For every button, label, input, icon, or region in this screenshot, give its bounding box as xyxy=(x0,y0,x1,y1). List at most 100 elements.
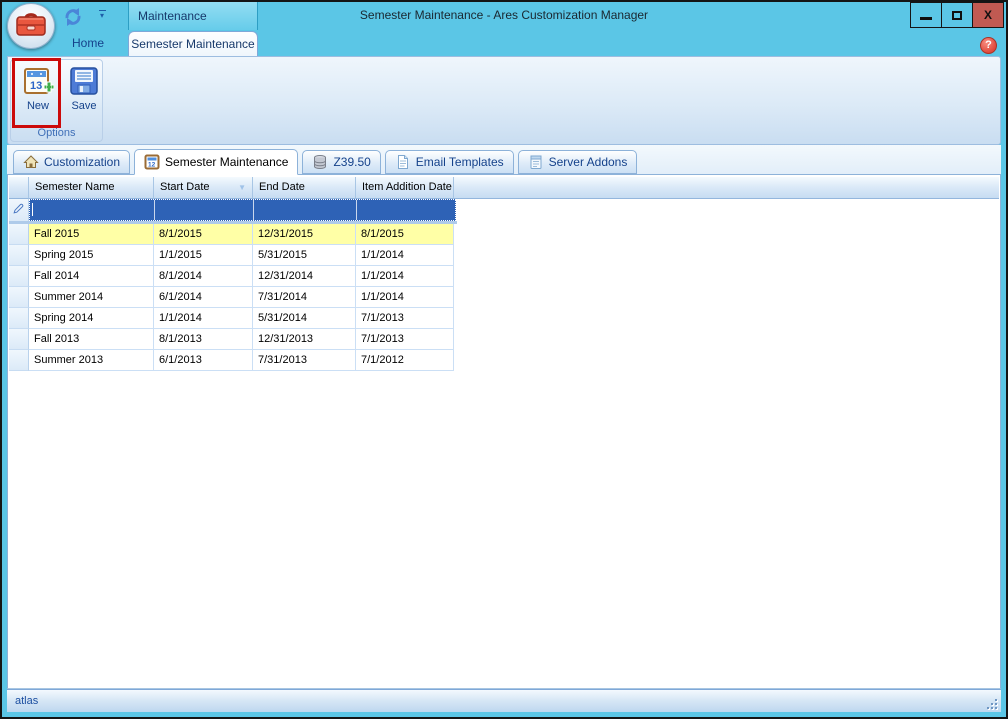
column-header-semester-name[interactable]: Semester Name xyxy=(29,177,154,199)
help-icon: ? xyxy=(985,39,992,51)
tab-email-templates[interactable]: Email Templates xyxy=(385,150,514,174)
cell-item-addition-date[interactable]: 8/1/2015 xyxy=(356,224,454,245)
table-row[interactable]: Fall 2015 8/1/2015 12/31/2015 8/1/2015 xyxy=(9,224,999,245)
cell-start-date[interactable]: 6/1/2013 xyxy=(154,350,253,371)
cell-item-addition-date[interactable]: 1/1/2014 xyxy=(356,266,454,287)
cell-end-date[interactable]: 7/31/2014 xyxy=(253,287,356,308)
calendar-add-icon: 13 xyxy=(22,65,54,97)
new-button[interactable]: 13 New xyxy=(16,63,60,127)
row-indicator xyxy=(9,308,29,329)
cell-start-date[interactable]: 8/1/2014 xyxy=(154,266,253,287)
cell-end-date[interactable]: 12/31/2013 xyxy=(253,329,356,350)
cell-end-date[interactable]: 7/31/2013 xyxy=(253,350,356,371)
maximize-button[interactable] xyxy=(941,2,973,28)
close-icon: X xyxy=(984,8,992,22)
cell-semester-name[interactable]: Fall 2015 xyxy=(29,224,154,245)
floppy-disk-icon xyxy=(68,65,100,97)
help-button[interactable]: ? xyxy=(980,37,997,54)
text-cursor xyxy=(32,203,33,216)
table-row[interactable]: Summer 2014 6/1/2014 7/31/2014 1/1/2014 xyxy=(9,287,999,308)
tab-semester-maintenance-label: Semester Maintenance xyxy=(165,155,288,169)
maximize-icon xyxy=(952,11,962,20)
edit-row-indicator xyxy=(9,199,29,221)
svg-text:12: 12 xyxy=(148,162,156,169)
document-icon xyxy=(395,154,411,170)
content-panel: Semester Name Start Date ▼ End Date Item… xyxy=(7,174,1001,689)
table-row[interactable]: Summer 2013 6/1/2013 7/31/2013 7/1/2012 xyxy=(9,350,999,371)
house-icon xyxy=(23,154,39,170)
options-ribbon-group: 13 New xyxy=(10,59,103,142)
cell-item-addition-date[interactable]: 7/1/2013 xyxy=(356,308,454,329)
column-header-item-addition-date[interactable]: Item Addition Date xyxy=(356,177,454,199)
tab-z3950[interactable]: Z39.50 xyxy=(302,150,380,174)
cell-item-addition-date[interactable]: 1/1/2014 xyxy=(356,287,454,308)
column-header-start-date[interactable]: Start Date ▼ xyxy=(154,177,253,199)
column-header-end-date[interactable]: End Date xyxy=(253,177,356,199)
tab-customization-label: Customization xyxy=(44,155,120,169)
tab-email-templates-label: Email Templates xyxy=(416,155,504,169)
row-indicator xyxy=(9,350,29,371)
cell-semester-name[interactable]: Summer 2014 xyxy=(29,287,154,308)
minimize-icon xyxy=(920,17,932,20)
table-row[interactable]: Fall 2013 8/1/2013 12/31/2013 7/1/2013 xyxy=(9,329,999,350)
table-row[interactable]: Fall 2014 8/1/2014 12/31/2014 1/1/2014 xyxy=(9,266,999,287)
ribbon-tab-semester-maintenance[interactable]: Semester Maintenance xyxy=(128,31,258,56)
row-indicator xyxy=(9,266,29,287)
database-icon xyxy=(312,154,328,170)
cell-semester-name[interactable]: Fall 2014 xyxy=(29,266,154,287)
cell-start-date[interactable]: 1/1/2015 xyxy=(154,245,253,266)
row-indicator xyxy=(9,245,29,266)
table-row[interactable]: Spring 2015 1/1/2015 5/31/2015 1/1/2014 xyxy=(9,245,999,266)
status-bar: atlas xyxy=(7,689,1001,712)
tab-server-addons[interactable]: Server Addons xyxy=(518,150,638,174)
new-button-label: New xyxy=(27,100,49,112)
cell-end-date[interactable]: 5/31/2014 xyxy=(253,308,356,329)
cell-end-date[interactable]: 12/31/2014 xyxy=(253,266,356,287)
titlebar[interactable]: ▾ Semester Maintenance - Ares Customizat… xyxy=(2,2,1006,30)
new-item-cell-start-date[interactable] xyxy=(155,200,254,220)
save-button-label: Save xyxy=(71,100,96,112)
tab-semester-maintenance[interactable]: 12 Semester Maintenance xyxy=(134,149,298,175)
header-filler xyxy=(454,177,999,199)
resize-grip-icon[interactable] xyxy=(985,697,997,709)
cell-start-date[interactable]: 8/1/2015 xyxy=(154,224,253,245)
cell-start-date[interactable]: 6/1/2014 xyxy=(154,287,253,308)
cell-semester-name[interactable]: Spring 2014 xyxy=(29,308,154,329)
cell-end-date[interactable]: 12/31/2015 xyxy=(253,224,356,245)
cell-start-date[interactable]: 8/1/2013 xyxy=(154,329,253,350)
start-date-header-label: Start Date xyxy=(160,181,210,193)
contextual-tab-group-label: Maintenance xyxy=(128,2,258,30)
semester-grid: Semester Name Start Date ▼ End Date Item… xyxy=(9,177,999,371)
cell-item-addition-date[interactable]: 1/1/2014 xyxy=(356,245,454,266)
tab-server-addons-label: Server Addons xyxy=(549,155,628,169)
tab-customization[interactable]: Customization xyxy=(13,150,130,174)
table-row[interactable]: Spring 2014 1/1/2014 5/31/2014 7/1/2013 xyxy=(9,308,999,329)
ribbon-tab-home[interactable]: Home xyxy=(52,31,124,56)
options-group-label: Options xyxy=(11,126,102,140)
new-item-cell-semester-name[interactable] xyxy=(30,200,155,220)
window-frame: ▾ Semester Maintenance - Ares Customizat… xyxy=(2,2,1006,717)
cell-semester-name[interactable]: Fall 2013 xyxy=(29,329,154,350)
grid-header-row: Semester Name Start Date ▼ End Date Item… xyxy=(9,177,999,199)
cell-item-addition-date[interactable]: 7/1/2013 xyxy=(356,329,454,350)
minimize-button[interactable] xyxy=(910,2,942,28)
calendar-icon: 12 xyxy=(144,154,160,170)
cell-item-addition-date[interactable]: 7/1/2012 xyxy=(356,350,454,371)
cell-semester-name[interactable]: Summer 2013 xyxy=(29,350,154,371)
new-item-cell-item-addition-date[interactable] xyxy=(357,200,455,220)
cell-end-date[interactable]: 5/31/2015 xyxy=(253,245,356,266)
window-controls: X xyxy=(911,2,1004,28)
application-window: ▾ Semester Maintenance - Ares Customizat… xyxy=(0,0,1008,719)
svg-text:13: 13 xyxy=(30,80,42,92)
row-indicator xyxy=(9,329,29,350)
close-button[interactable]: X xyxy=(972,2,1004,28)
new-item-cell-end-date[interactable] xyxy=(254,200,357,220)
ribbon-body: 13 New xyxy=(7,56,1001,145)
save-button[interactable]: Save xyxy=(62,63,106,127)
cell-start-date[interactable]: 1/1/2014 xyxy=(154,308,253,329)
toolbox-icon xyxy=(14,8,48,45)
clipboard-icon xyxy=(528,154,544,170)
pencil-icon xyxy=(13,201,24,219)
cell-semester-name[interactable]: Spring 2015 xyxy=(29,245,154,266)
application-menu-button[interactable] xyxy=(7,3,55,49)
